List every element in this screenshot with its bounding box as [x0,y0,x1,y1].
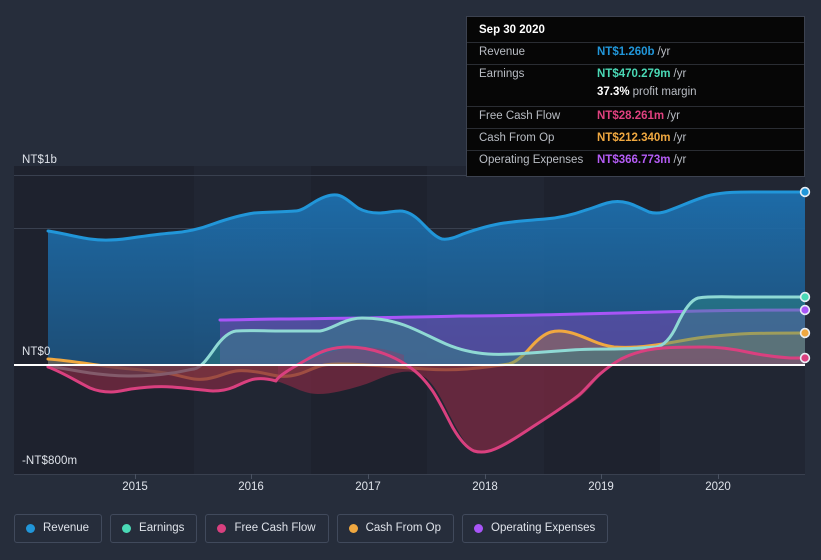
tooltip-value-earnings: NT$470.279m [597,68,671,80]
chart-tooltip: Sep 30 2020 Revenue NT$1.260b /yr Earnin… [466,16,805,177]
tooltip-value-cash-from-op: NT$212.340m [597,132,671,144]
tooltip-value-revenue: NT$1.260b [597,46,655,58]
cash-from-op-end-marker [799,327,811,339]
legend-item-earnings[interactable]: Earnings [110,514,198,543]
legend-dot-free-cash-flow-icon [217,524,227,533]
tooltip-value-operating-expenses: NT$366.773m [597,154,671,166]
legend-item-free-cash-flow[interactable]: Free Cash Flow [205,514,329,543]
tooltip-date: Sep 30 2020 [479,24,545,36]
operating-expenses-end-marker [799,304,811,316]
x-axis-label-2020: 2020 [705,481,731,493]
legend-dot-cash-from-op-icon [348,524,358,533]
legend-label-free-cash-flow: Free Cash Flow [234,522,316,534]
legend-label-cash-from-op: Cash From Op [365,522,442,534]
legend-label-revenue: Revenue [43,522,90,534]
chart-legend: Revenue Earnings Free Cash Flow Cash Fro… [14,514,609,543]
tooltip-row-earnings: Earnings NT$470.279m /yr [467,64,804,86]
tooltip-unit-cash-from-op: /yr [673,132,687,144]
tooltip-row-cash-from-op: Cash From Op NT$212.340m /yr [467,128,804,150]
tooltip-unit-earnings: /yr [673,68,687,80]
y-axis-label-bottom: -NT$800m [22,455,78,467]
tooltip-unit-free-cash-flow: /yr [667,110,680,122]
x-axis-label-2018: 2018 [472,481,498,493]
legend-dot-operating-expenses-icon [474,524,484,533]
tooltip-row-free-cash-flow: Free Cash Flow NT$28.261m /yr [467,106,804,128]
legend-item-cash-from-op[interactable]: Cash From Op [336,514,455,543]
tooltip-unit-revenue: /yr [657,46,671,58]
tooltip-label-operating-expenses: Operating Expenses [479,154,584,166]
legend-label-earnings: Earnings [139,522,185,534]
revenue-end-marker [799,186,811,198]
legend-label-operating-expenses: Operating Expenses [491,522,596,534]
x-axis-label-2017: 2017 [355,481,381,493]
free-cash-flow-end-marker [799,352,811,364]
tooltip-value-free-cash-flow: NT$28.261m [597,110,665,122]
y-axis-label-zero: NT$0 [22,346,51,358]
earnings-end-marker [799,291,811,303]
tooltip-value-profit-margin: 37.3% [597,86,630,98]
legend-dot-earnings-icon [122,524,132,533]
tooltip-row-revenue: Revenue NT$1.260b /yr [467,42,804,64]
tooltip-row-operating-expenses: Operating Expenses NT$366.773m /yr [467,150,804,172]
tooltip-label-cash-from-op: Cash From Op [479,132,555,144]
x-axis-label-2019: 2019 [588,481,614,493]
tooltip-label-free-cash-flow: Free Cash Flow [479,110,561,122]
tooltip-row-profit-margin: 37.3% profit margin [467,86,804,106]
x-axis-label-2016: 2016 [238,481,264,493]
y-axis-label-top: NT$1b [22,154,58,166]
legend-item-operating-expenses[interactable]: Operating Expenses [462,514,609,543]
x-axis-label-2015: 2015 [122,481,148,493]
tooltip-unit-profit-margin: profit margin [632,86,697,98]
tooltip-unit-operating-expenses: /yr [673,154,687,166]
chart-page: NT$1b NT$0 -NT$800m 2015 2016 2017 2018 … [0,0,821,560]
legend-item-revenue[interactable]: Revenue [14,514,103,543]
tooltip-label-earnings: Earnings [479,68,525,80]
legend-dot-revenue-icon [26,524,35,533]
tooltip-label-revenue: Revenue [479,46,526,58]
